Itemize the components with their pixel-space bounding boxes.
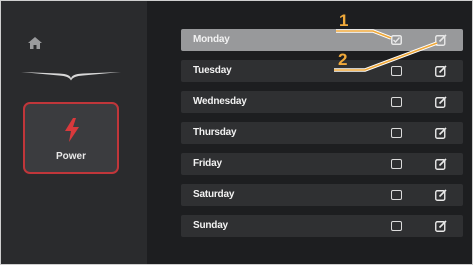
edit-icon[interactable] [435,65,447,77]
day-list: Monday Tuesday Wednesday Thursday Friday… [181,29,463,246]
edit-icon[interactable] [435,127,447,139]
day-label: Sunday [193,220,228,231]
day-row-sunday[interactable]: Sunday [181,215,463,237]
home-icon[interactable] [28,37,42,49]
day-label: Thursday [193,127,237,138]
day-label: Wednesday [193,96,247,107]
day-row-saturday[interactable]: Saturday [181,184,463,206]
schedule-panel: Monday Tuesday Wednesday Thursday Friday… [147,1,472,264]
brand-logo [21,72,121,81]
day-checkbox[interactable] [391,221,402,231]
day-checkbox[interactable] [391,159,402,169]
day-label: Saturday [193,189,235,200]
day-label: Tuesday [193,65,232,76]
edit-icon[interactable] [435,96,447,108]
power-button[interactable]: Power [23,102,119,174]
day-row-monday[interactable]: Monday [181,29,463,51]
edit-icon[interactable] [435,220,447,232]
day-label: Monday [193,34,230,45]
edit-icon[interactable] [435,189,447,201]
power-label: Power [55,151,86,162]
sidebar: Power [1,1,147,264]
day-checkbox[interactable] [391,128,402,138]
day-label: Friday [193,158,222,169]
day-row-wednesday[interactable]: Wednesday [181,91,463,113]
day-checkbox[interactable] [391,35,402,45]
day-checkbox[interactable] [391,66,402,76]
day-checkbox[interactable] [391,190,402,200]
lightning-bolt-icon [65,118,79,142]
day-row-tuesday[interactable]: Tuesday [181,60,463,82]
app-window: Power Monday Tuesday Wednesday Thursday … [0,0,473,265]
edit-icon[interactable] [435,158,447,170]
day-row-thursday[interactable]: Thursday [181,122,463,144]
callout-number-2: 2 [338,50,348,69]
day-row-friday[interactable]: Friday [181,153,463,175]
edit-icon[interactable] [435,34,447,46]
day-checkbox[interactable] [391,97,402,107]
callout-number-1: 1 [339,11,349,30]
